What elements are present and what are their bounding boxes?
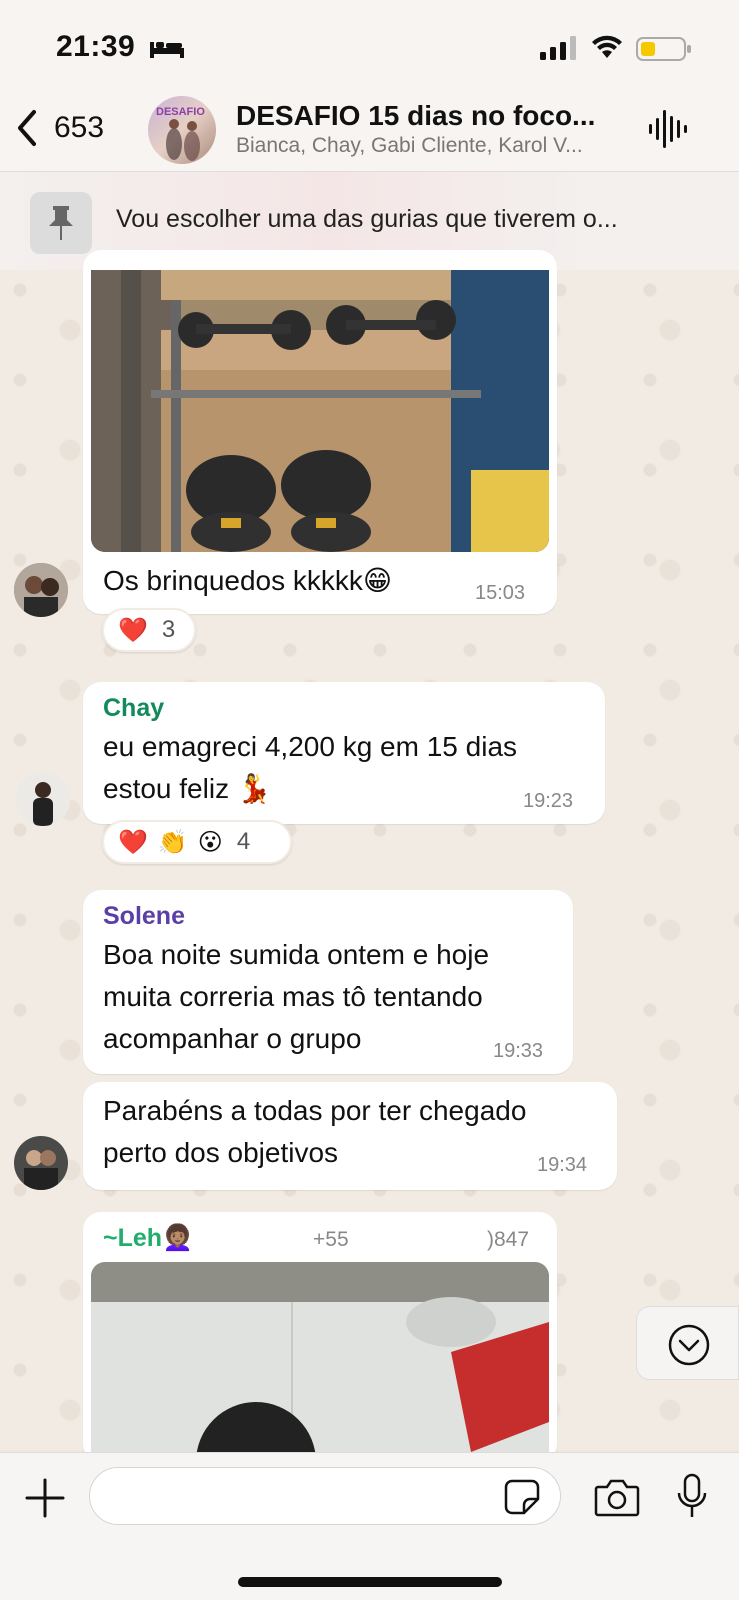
- voice-chat-icon[interactable]: [648, 108, 688, 150]
- message-time: 19:23: [523, 790, 574, 812]
- group-avatar-figures: [166, 119, 200, 161]
- sender-phone-suffix: )847: [487, 1228, 530, 1251]
- sender-name: ~Leh👩🏽‍🦱: [103, 1224, 194, 1252]
- message-photo[interactable]: [91, 270, 549, 552]
- sender-name: Chay: [103, 694, 165, 722]
- message-text-line2: perto dos objetivos: [103, 1137, 339, 1168]
- photo-dumbbells: [91, 270, 549, 552]
- avatar-photo: [16, 772, 70, 826]
- message-time: 19:34: [537, 1154, 588, 1176]
- photo-floor: [91, 1262, 549, 1452]
- message-text-line2: muita correria mas tô tentando: [103, 981, 483, 1012]
- camera-icon[interactable]: [594, 1477, 640, 1517]
- reactions-pill[interactable]: ❤️ 3: [102, 608, 196, 652]
- plus-icon[interactable]: [24, 1477, 66, 1519]
- sticker-icon[interactable]: [504, 1479, 540, 1515]
- sender-phone-prefix: +55: [313, 1228, 349, 1251]
- reaction-heart-emoji: ❤️: [118, 616, 148, 644]
- back-button[interactable]: 653: [14, 108, 104, 148]
- chat-title[interactable]: DESAFIO 15 dias no foco...: [236, 100, 626, 132]
- battery-icon: [636, 37, 691, 61]
- status-time: 21:39: [56, 30, 136, 63]
- sender-name: Solene: [103, 902, 185, 930]
- message-text-line1: eu emagreci 4,200 kg em 15 dias: [103, 731, 518, 762]
- wifi-icon: [592, 35, 622, 58]
- home-indicator: [238, 1577, 502, 1587]
- unread-count: 653: [54, 111, 105, 144]
- reaction-count: 3: [161, 616, 176, 643]
- message-bubble-solene[interactable]: Solene Boa noite sumida ontem e hoje mui…: [83, 890, 573, 1074]
- message-input[interactable]: [89, 1467, 561, 1525]
- avatar-photo: [14, 1136, 68, 1190]
- microphone-icon[interactable]: [676, 1473, 708, 1519]
- chevron-left-icon: [18, 110, 36, 146]
- message-time: 19:33: [493, 1040, 544, 1062]
- chevron-down-circle-icon: [668, 1324, 710, 1366]
- reactions-pill[interactable]: ❤️ 👏 😮 4: [102, 820, 292, 864]
- reaction-heart-emoji: ❤️: [118, 828, 148, 856]
- message-text: Os brinquedos kkkkk😁: [103, 565, 393, 596]
- sender-avatar[interactable]: [16, 772, 70, 826]
- message-input-bar: [0, 1452, 739, 1600]
- reaction-clap-emoji: 👏: [157, 828, 188, 856]
- message-text-line1: Boa noite sumida ontem e hoje: [103, 939, 490, 970]
- chat-members[interactable]: Bianca, Chay, Gabi Cliente, Karol V...: [236, 134, 626, 158]
- pin-icon: [49, 206, 73, 240]
- pin-badge: [30, 192, 92, 254]
- cellular-signal-icon: [540, 36, 576, 60]
- message-photo[interactable]: [91, 1262, 549, 1452]
- reaction-wow-emoji: 😮: [197, 828, 223, 856]
- avatar-photo: [14, 563, 68, 617]
- message-time: 15:03: [475, 582, 526, 604]
- chat-header: 653 DESAFIO DESAFIO 15 dias no foco... B…: [0, 90, 739, 172]
- message-text-line2: estou feliz 💃: [103, 773, 272, 804]
- reaction-count: 4: [236, 828, 251, 855]
- scroll-to-bottom-button[interactable]: [636, 1306, 739, 1380]
- message-text-line1: Parabéns a todas por ter chegado: [103, 1095, 527, 1126]
- status-bar: 21:39: [0, 0, 739, 90]
- message-bubble-congrats[interactable]: Parabéns a todas por ter chegado perto d…: [83, 1082, 617, 1190]
- sleep-focus-icon: [150, 42, 184, 58]
- message-text-line3: acompanhar o grupo: [103, 1023, 362, 1054]
- sender-avatar[interactable]: [14, 1136, 68, 1190]
- group-avatar[interactable]: DESAFIO: [148, 96, 216, 164]
- sender-avatar[interactable]: [14, 563, 68, 617]
- message-bubble-chay[interactable]: Chay eu emagreci 4,200 kg em 15 dias est…: [83, 682, 605, 824]
- pinned-message-text: Vou escolher uma das gurias que tiverem …: [116, 205, 618, 233]
